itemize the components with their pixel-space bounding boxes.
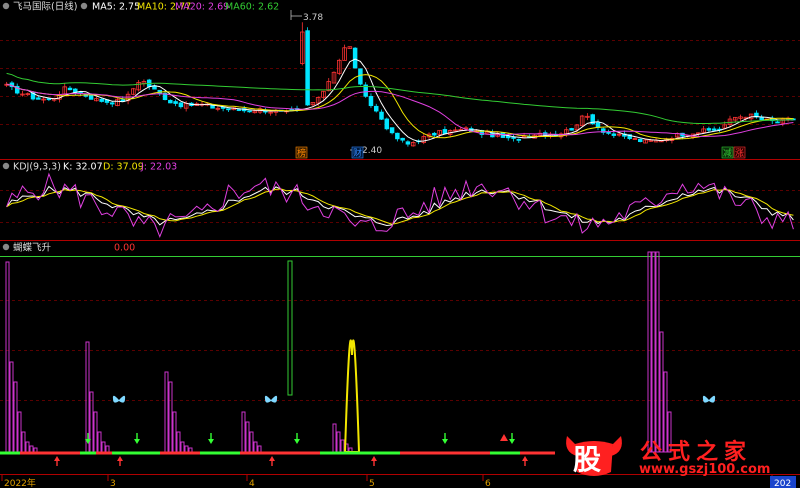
candle-down [226,108,231,111]
event-badge-jian[interactable]: 减 [721,146,734,159]
candle-down [516,138,522,141]
candle-down [395,132,400,140]
candle-down [711,128,717,131]
svg-text:榜: 榜 [297,147,306,159]
candle-down [236,109,242,111]
candle-down [373,105,379,112]
x-tick-label: 6 [485,479,491,488]
event-badge-zhang[interactable]: 涨 [733,146,746,159]
kdj-k-label: K: 32.07 [63,162,103,173]
candle-down [109,102,115,105]
indicator-menu-icon[interactable] [80,2,88,10]
candle-down [775,121,780,124]
candle-down [405,141,411,145]
candle-down [611,133,617,136]
stock-chart: 飞马国际(日线) MA5: 2.75 MA10: 2.77 MA20: 2.69… [0,0,800,488]
ma60-label: MA60: 2.62 [225,2,279,13]
candle-down [442,129,448,135]
main-panel-header: 飞马国际(日线) MA5: 2.75 MA10: 2.77 MA20: 2.69… [2,1,279,13]
candle-down [606,131,611,134]
candle-down [637,138,643,143]
butterfly-menu-icon[interactable] [2,243,10,251]
candle-down [384,118,390,130]
candle-down [432,132,437,136]
candle-down [569,128,574,131]
x-tick-label: 3 [110,479,116,488]
candle-down [379,111,384,120]
svg-text:涨: 涨 [735,148,744,159]
candle-down [247,110,252,113]
kdj-title: KDJ(9,3,3) [13,162,61,173]
butterfly-title: 蝴蝶飞升 [13,242,52,254]
kdj-menu-icon[interactable] [2,162,10,170]
kdj-panel-header: KDJ(9,3,3) K: 32.07 D: 37.09 J: 22.03 [2,162,177,173]
x-tick-label: 4 [249,479,255,488]
candle-down [178,102,184,108]
candle-down [352,47,358,69]
candle-down [36,97,41,100]
candle-down [88,94,94,100]
candle-down [99,98,104,102]
candle-down [358,68,363,85]
x-tick-label: 202 [774,479,791,488]
event-badge-bang[interactable]: 榜 [295,146,308,159]
svg-text:减: 减 [723,147,732,159]
svg-text:财: 财 [353,147,362,159]
candle-down [289,108,295,111]
kdj-j-label: J: 22.03 [140,162,177,173]
candle-down [67,87,73,91]
butterfly-value: 0.00 [114,243,135,254]
panel-menu-icon[interactable] [2,2,10,10]
ma5-label: MA5: 2.75 [92,2,140,13]
candle-down [368,96,374,107]
low-price-label: 2.40 [362,146,382,156]
candle-down [511,137,516,139]
candle-down [168,99,173,104]
event-badge-cai[interactable]: 财 [351,146,364,159]
candle-down [46,98,52,101]
x-tick-label: 5 [369,479,375,488]
x-tick-label: 2022年 [4,477,36,488]
kdj-d-label: D: 37.09 [103,162,144,173]
candle-down [389,127,395,134]
high-price-label: 3.78 [303,13,323,23]
ma20-label: MA20: 2.69 [175,2,229,13]
candle-down [706,128,712,131]
candle-down [173,101,178,104]
candle-down [400,137,405,141]
main-panel-title: 飞马国际(日线) [13,1,77,13]
candle-down [305,30,310,106]
